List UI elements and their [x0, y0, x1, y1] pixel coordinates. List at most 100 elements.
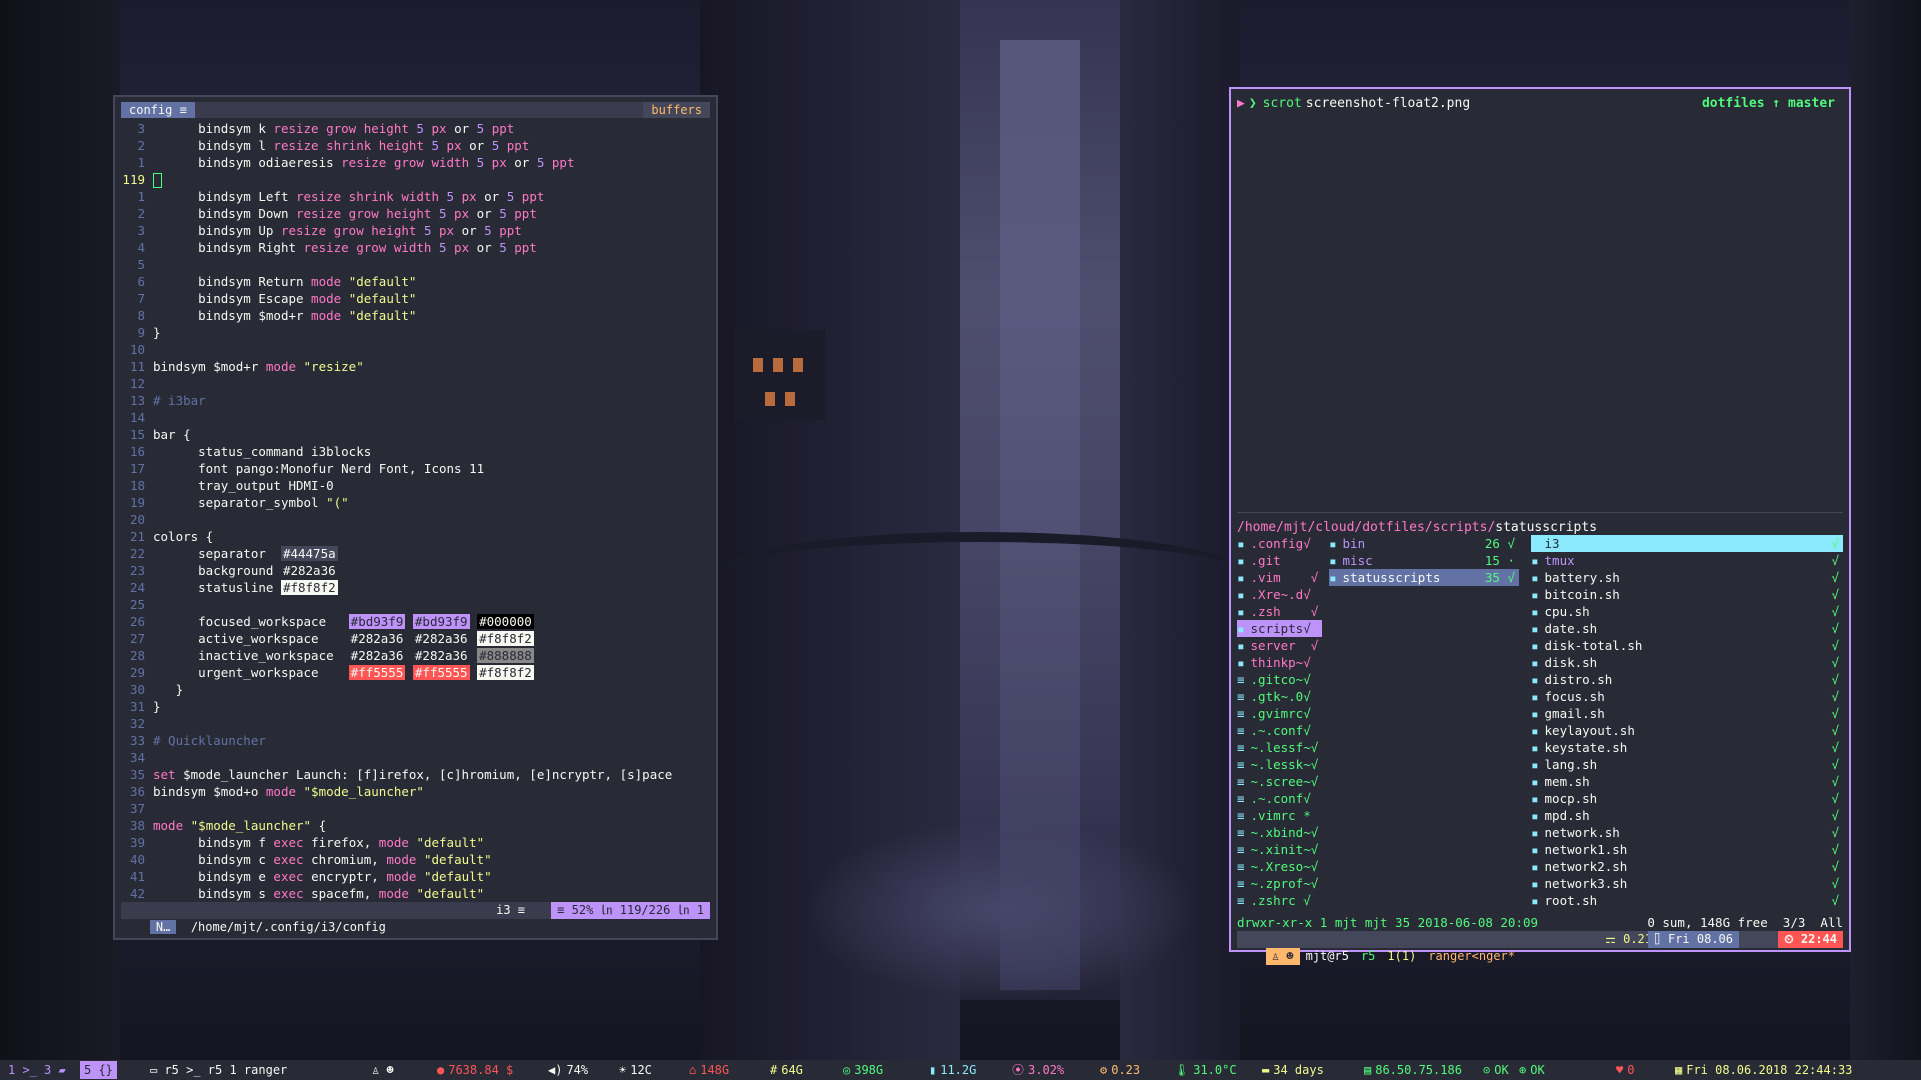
- status-block-icon: ▮: [929, 1063, 937, 1077]
- ranger-parent-item[interactable]: ≡ .~.conf√: [1237, 790, 1322, 807]
- ranger-parent-item[interactable]: ≡ .zshrc √: [1237, 892, 1322, 909]
- workspace-3[interactable]: 3 ▰: [40, 1061, 70, 1079]
- status-block[interactable]: #64G: [770, 1060, 803, 1080]
- ranger-preview-item[interactable]: ▪ date.sh √: [1531, 620, 1843, 637]
- code-token: 5: [439, 206, 447, 221]
- code-token: bindsym s: [198, 886, 274, 901]
- ranger-preview-item[interactable]: ▪ network3.sh √: [1531, 875, 1843, 892]
- code-line: 12: [121, 375, 710, 392]
- status-block[interactable]: ● 7638.84 $: [437, 1060, 513, 1080]
- editor-buffers-label[interactable]: buffers: [643, 102, 710, 118]
- status-block[interactable]: ♙ ☻: [372, 1060, 398, 1080]
- ranger-preview-item[interactable]: ▪ mocp.sh √: [1531, 790, 1843, 807]
- status-block[interactable]: ⦿ 3.02%: [1012, 1060, 1064, 1080]
- ranger-parent-item[interactable]: ≡ .gtk~.0√: [1237, 688, 1322, 705]
- ranger-preview-item[interactable]: ▪ keystate.sh √: [1531, 739, 1843, 756]
- status-block[interactable]: ▮ 11.2G: [929, 1060, 976, 1080]
- ranger-preview-item[interactable]: ▪ distro.sh √: [1531, 671, 1843, 688]
- code-line: 7 bindsym Escape mode "default": [121, 290, 710, 307]
- status-block[interactable]: ⊕ OK: [1519, 1060, 1545, 1080]
- status-block[interactable]: ⊙ OK: [1483, 1060, 1509, 1080]
- ranger-preview-item[interactable]: ▪ disk.sh √: [1531, 654, 1843, 671]
- ranger-preview-column[interactable]: ▪ i3 √ ▪ tmux √ ▪ battery.sh √ ▪ bitcoin.sh √ ▪ cpu.s…: [1531, 535, 1843, 909]
- ranger-path-current: statusscripts: [1495, 520, 1598, 535]
- ranger-preview-item[interactable]: ▪ mpd.sh √: [1531, 807, 1843, 824]
- folder-icon: ▪: [1531, 672, 1539, 687]
- ranger-preview-item[interactable]: ▪ network.sh √: [1531, 824, 1843, 841]
- status-block[interactable]: ▤ 86.50.75.186: [1364, 1060, 1462, 1080]
- ranger-preview-item[interactable]: ▪ focus.sh √: [1531, 688, 1843, 705]
- editor-text-area[interactable]: 3 bindsym k resize grow height 5 px or 5…: [121, 120, 710, 902]
- line-number: 42: [129, 886, 145, 901]
- tmux-session[interactable]: r5: [1355, 948, 1381, 965]
- status-block[interactable]: ♥ 0: [1616, 1060, 1634, 1080]
- ranger-parent-item[interactable]: ▪ .zsh √: [1237, 603, 1322, 620]
- status-block[interactable]: ⌂ 148G: [689, 1060, 729, 1080]
- ranger-parent-item[interactable]: ≡ ~.xinit~√: [1237, 841, 1322, 858]
- terminal-window[interactable]: ▶ ❯ scrot screenshot-float2.png dotfiles ↑ …: [1229, 87, 1851, 965]
- status-block[interactable]: 🌡 31.0°C: [1174, 1060, 1237, 1080]
- status-block[interactable]: ◎ 398G: [843, 1060, 883, 1080]
- ranger-preview-item[interactable]: ▪ bitcoin.sh √: [1531, 586, 1843, 603]
- ranger-parent-item[interactable]: ≡ .vimrc *: [1237, 807, 1322, 824]
- ranger-parent-item[interactable]: ▪ .Xre~.d√: [1237, 586, 1322, 603]
- ranger-parent-item[interactable]: ≡ .gitco~√: [1237, 671, 1322, 688]
- ranger-parent-item[interactable]: ▪ .git: [1237, 552, 1322, 569]
- ranger-parent-item[interactable]: ≡ .~.conf√: [1237, 722, 1322, 739]
- ranger-preview-item[interactable]: ▪ root.sh √: [1531, 892, 1843, 909]
- shell-prompt: ▶ ❯ scrot screenshot-float2.png dotfiles ↑ …: [1237, 95, 1843, 113]
- status-block[interactable]: ⚙ 0.23: [1100, 1060, 1140, 1080]
- ranger-current-item[interactable]: ▪ misc 15 ·: [1329, 552, 1519, 569]
- ranger-preview-item[interactable]: ▪ tmux √: [1531, 552, 1843, 569]
- line-number: 29: [129, 665, 145, 680]
- workspace-1[interactable]: 1 >_: [4, 1061, 41, 1079]
- ranger-preview-item[interactable]: ▪ lang.sh √: [1531, 756, 1843, 773]
- ranger-parent-item[interactable]: ▪ server √: [1237, 637, 1322, 654]
- ranger-parent-item[interactable]: ≡ ~.xbind~√: [1237, 824, 1322, 841]
- tmux-pane[interactable]: ranger<nger*: [1422, 948, 1521, 965]
- ranger-parent-item[interactable]: ≡ .gvimrc√: [1237, 705, 1322, 722]
- ranger-parent-item[interactable]: ≡ ~.lessk~√: [1237, 756, 1322, 773]
- ranger-preview-item[interactable]: ▪ i3 √: [1531, 535, 1843, 552]
- status-block-icon: ⚙: [1100, 1063, 1108, 1077]
- background-mist: [800, 820, 1200, 1000]
- status-block[interactable]: ◀) 74%: [548, 1060, 588, 1080]
- check-icon: √: [1831, 536, 1839, 551]
- ranger-preview-item[interactable]: ▪ cpu.sh √: [1531, 603, 1843, 620]
- ranger-preview-item[interactable]: ▪ mem.sh √: [1531, 773, 1843, 790]
- ranger-current-item[interactable]: ▪ statusscripts 35 √: [1329, 569, 1519, 586]
- folder-icon: ▪: [1237, 570, 1245, 585]
- status-block[interactable]: ▬ 34 days: [1262, 1060, 1324, 1080]
- status-block[interactable]: ☀ 12C: [619, 1060, 652, 1080]
- ranger-parent-item[interactable]: ▪ .config√: [1237, 535, 1322, 552]
- code-line: 27 active_workspace #282a36 #282a36 #f8f…: [121, 630, 710, 647]
- code-token: px: [446, 240, 477, 255]
- ranger-parent-item[interactable]: ≡ ~.scree~√: [1237, 773, 1322, 790]
- background-waterfall: [960, 0, 1120, 1000]
- ranger-parent-column[interactable]: ▪ .config√ ▪ .git ▪ .vim √ ▪ .Xre~.d√ ▪ .zsh √ ▪ sc…: [1237, 535, 1322, 909]
- ranger-preview-item[interactable]: ▪ gmail.sh √: [1531, 705, 1843, 722]
- ranger-parent-item[interactable]: ≡ ~.lessf~√: [1237, 739, 1322, 756]
- workspace-5[interactable]: 5 {}: [80, 1061, 117, 1079]
- color-swatch: #ff5555: [412, 665, 470, 680]
- ranger-preview-item[interactable]: ▪ network1.sh √: [1531, 841, 1843, 858]
- ranger-parent-item[interactable]: ≡ ~.zprof~√: [1237, 875, 1322, 892]
- ranger-parent-item[interactable]: ▪ scripts√: [1237, 620, 1322, 637]
- ranger-current-column[interactable]: ▪ bin 26 √ ▪ misc 15 · ▪ statusscripts 35 √: [1329, 535, 1519, 586]
- editor-tab-config[interactable]: config ≡: [121, 102, 195, 118]
- ranger-parent-item[interactable]: ≡ ~.Xreso~√: [1237, 858, 1322, 875]
- ranger-preview-item[interactable]: ▪ keylayout.sh √: [1531, 722, 1843, 739]
- ranger-preview-item[interactable]: ▪ network2.sh √: [1531, 858, 1843, 875]
- status-block[interactable]: ▦ Fri 08.06.2018 22:44:33: [1675, 1060, 1852, 1080]
- ranger-parent-item[interactable]: ▪ thinkp~√: [1237, 654, 1322, 671]
- status-block-text: OK: [1494, 1063, 1509, 1077]
- ranger-preview-item[interactable]: ▪ disk-total.sh √: [1531, 637, 1843, 654]
- editor-window[interactable]: config ≡ buffers 3 bindsym k resize grow…: [113, 95, 718, 940]
- tmux-window[interactable]: 1(1): [1381, 948, 1422, 965]
- ranger-parent-item[interactable]: ▪ .vim √: [1237, 569, 1322, 586]
- ranger-current-item[interactable]: ▪ bin 26 √: [1329, 535, 1519, 552]
- status-block-text: 398G: [854, 1063, 884, 1077]
- ranger-preview-item[interactable]: ▪ battery.sh √: [1531, 569, 1843, 586]
- check-icon: √: [1831, 774, 1839, 789]
